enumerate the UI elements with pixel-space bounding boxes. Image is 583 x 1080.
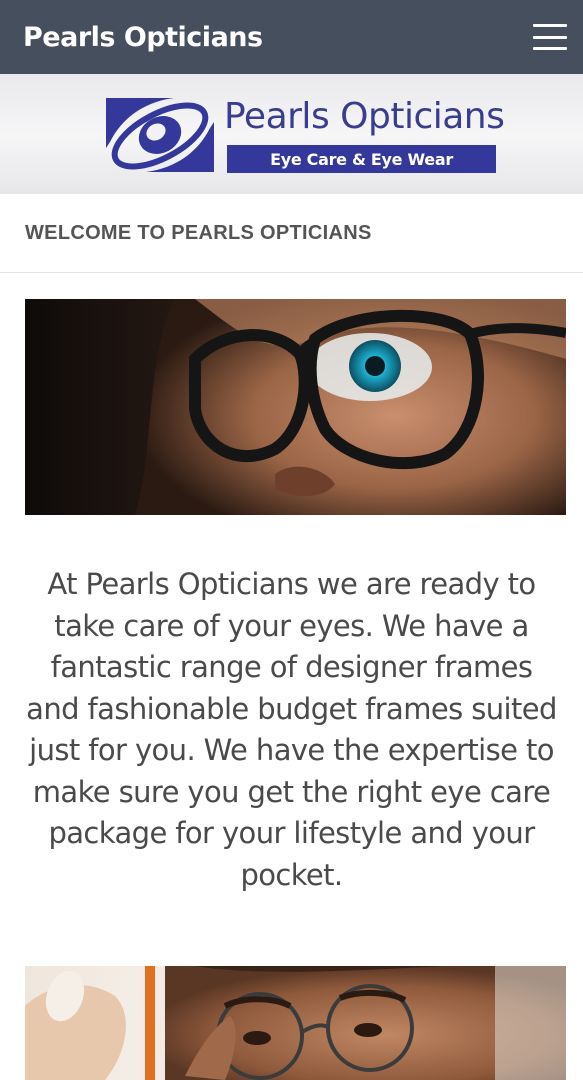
logo-tagline: Eye Care & Eye Wear [227, 145, 496, 173]
woman-with-glasses-photo [25, 299, 566, 515]
menu-line [533, 47, 567, 50]
eye-logo-icon[interactable] [104, 96, 216, 174]
site-title[interactable]: Pearls Opticians [23, 22, 263, 53]
logo-banner: Pearls Opticians Eye Care & Eye Wear [0, 74, 583, 194]
image-man-adjusting-glasses [25, 966, 566, 1080]
logo-wordmark: Pearls Opticians [224, 96, 505, 137]
intro-paragraph: At Pearls Opticians we are ready to take… [26, 567, 557, 892]
man-with-glasses-photo [25, 966, 566, 1080]
hamburger-menu-icon[interactable] [533, 24, 567, 50]
welcome-section: WELCOME TO PEARLS OPTICIANS [0, 194, 583, 273]
page-title: WELCOME TO PEARLS OPTICIANS [25, 221, 372, 244]
menu-line [533, 35, 567, 39]
menu-line [533, 24, 567, 27]
top-navigation-bar: Pearls Opticians [0, 0, 583, 74]
hero-image-woman-glasses [25, 299, 566, 515]
